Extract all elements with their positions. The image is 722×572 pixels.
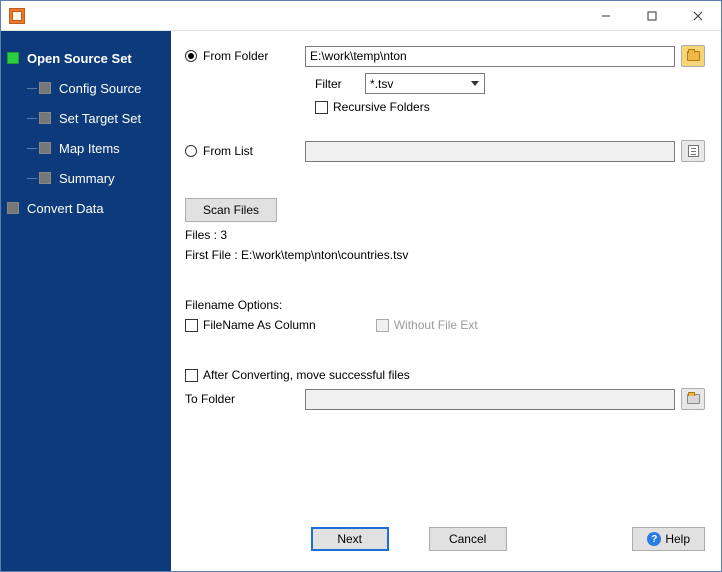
footer: Next Cancel ? Help <box>185 517 705 561</box>
to-folder-label: To Folder <box>185 392 235 406</box>
from-folder-radio[interactable] <box>185 50 197 62</box>
filename-options-row: FileName As Column Without File Ext <box>185 318 705 332</box>
step-node-icon <box>39 172 51 184</box>
filter-select[interactable]: *.tsv <box>365 73 485 94</box>
window-controls <box>583 1 721 30</box>
sidebar-item-open-source-set[interactable]: Open Source Set <box>1 43 171 73</box>
first-file-row: First File : E:\work\temp\nton\countries… <box>185 248 705 262</box>
wizard-sidebar: Open Source Set Config Source Set Target… <box>1 31 171 571</box>
to-folder-row: To Folder <box>185 388 705 410</box>
from-folder-row: From Folder E:\work\temp\nton <box>185 45 705 67</box>
first-file-label: First File : E:\work\temp\nton\countries… <box>185 248 408 262</box>
close-button[interactable] <box>675 1 721 30</box>
help-button[interactable]: ? Help <box>632 527 705 551</box>
sidebar-item-summary[interactable]: Summary <box>1 163 171 193</box>
list-icon <box>688 145 699 157</box>
filter-label: Filter <box>315 77 365 91</box>
filename-as-column-checkbox[interactable] <box>185 319 198 332</box>
main-panel: From Folder E:\work\temp\nton Filter *.t… <box>171 31 721 571</box>
titlebar <box>1 1 721 31</box>
scan-files-button[interactable]: Scan Files <box>185 198 277 222</box>
body: Open Source Set Config Source Set Target… <box>1 31 721 571</box>
filter-value: *.tsv <box>370 77 393 91</box>
help-label: Help <box>665 532 690 546</box>
help-icon: ? <box>647 532 661 546</box>
browse-folder-button[interactable] <box>681 45 705 67</box>
app-icon <box>9 8 25 24</box>
sidebar-item-label: Convert Data <box>27 201 104 216</box>
without-file-ext-checkbox <box>376 319 389 332</box>
from-folder-radio-group[interactable]: From Folder <box>185 49 305 63</box>
files-count-row: Files : 3 <box>185 228 705 242</box>
sidebar-item-set-target-set[interactable]: Set Target Set <box>1 103 171 133</box>
step-node-icon <box>39 82 51 94</box>
minimize-button[interactable] <box>583 1 629 30</box>
cancel-button[interactable]: Cancel <box>429 527 507 551</box>
filter-row: Filter *.tsv <box>315 73 705 94</box>
to-folder-input <box>305 389 675 410</box>
tree-connector <box>27 148 37 149</box>
from-folder-input[interactable]: E:\work\temp\nton <box>305 46 675 67</box>
recursive-checkbox[interactable] <box>315 101 328 114</box>
sidebar-item-label: Open Source Set <box>27 51 132 66</box>
files-count-label: Files : 3 <box>185 228 227 242</box>
step-node-icon <box>7 52 19 64</box>
from-list-radio-group[interactable]: From List <box>185 144 305 158</box>
step-node-icon <box>7 202 19 214</box>
app-window: Open Source Set Config Source Set Target… <box>0 0 722 572</box>
to-folder-label-col: To Folder <box>185 392 305 406</box>
from-list-label: From List <box>203 144 253 158</box>
from-list-input <box>305 141 675 162</box>
browse-to-folder-button[interactable] <box>681 388 705 410</box>
step-node-icon <box>39 112 51 124</box>
from-list-radio[interactable] <box>185 145 197 157</box>
sidebar-item-config-source[interactable]: Config Source <box>1 73 171 103</box>
from-folder-label: From Folder <box>203 49 268 63</box>
sidebar-item-label: Map Items <box>59 141 120 156</box>
from-list-row: From List <box>185 140 705 162</box>
browse-list-button[interactable] <box>681 140 705 162</box>
tree-connector <box>27 178 37 179</box>
sidebar-item-convert-data[interactable]: Convert Data <box>1 193 171 223</box>
maximize-button[interactable] <box>629 1 675 30</box>
without-file-ext-label: Without File Ext <box>394 318 478 332</box>
sidebar-item-label: Config Source <box>59 81 141 96</box>
recursive-row: Recursive Folders <box>315 100 705 114</box>
folder-icon <box>687 394 700 404</box>
step-node-icon <box>39 142 51 154</box>
next-button[interactable]: Next <box>311 527 389 551</box>
tree-connector <box>27 118 37 119</box>
tree-connector <box>27 88 37 89</box>
after-convert-label: After Converting, move successful files <box>203 368 410 382</box>
filename-as-column-label: FileName As Column <box>203 318 316 332</box>
sidebar-item-label: Summary <box>59 171 115 186</box>
scan-files-row: Scan Files <box>185 198 705 222</box>
after-convert-row: After Converting, move successful files <box>185 368 705 382</box>
sidebar-item-map-items[interactable]: Map Items <box>1 133 171 163</box>
filename-options-heading: Filename Options: <box>185 298 705 312</box>
filename-options-label: Filename Options: <box>185 298 282 312</box>
after-convert-checkbox[interactable] <box>185 369 198 382</box>
folder-icon <box>687 51 700 61</box>
recursive-label: Recursive Folders <box>333 100 430 114</box>
sidebar-item-label: Set Target Set <box>59 111 141 126</box>
